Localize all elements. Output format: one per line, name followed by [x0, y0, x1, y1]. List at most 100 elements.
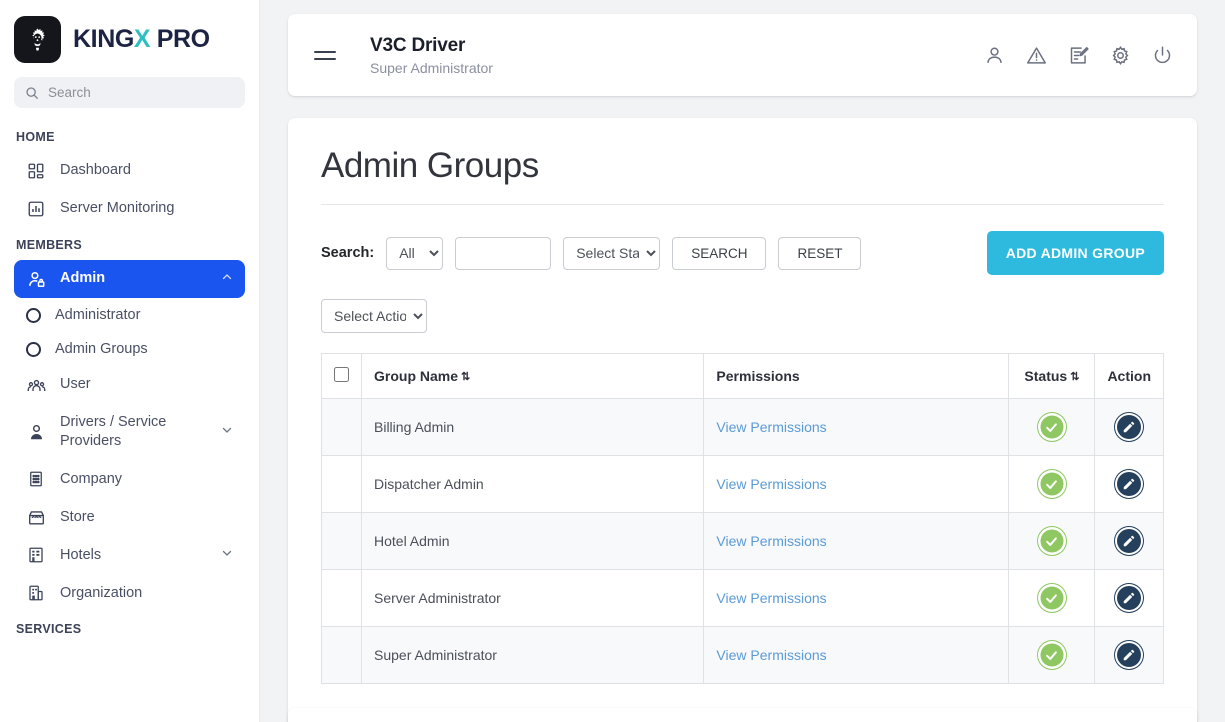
table-header-row: Group Name ⇅ Permissions Status ⇅ Action	[321, 353, 1164, 399]
view-permissions-link[interactable]: View Permissions	[716, 647, 826, 663]
sidebar-item-label: Administrator	[55, 307, 141, 323]
sidebar-item-hotels[interactable]: Hotels	[14, 536, 245, 574]
hamburger-menu-icon[interactable]	[310, 47, 340, 64]
cell-action	[1094, 569, 1164, 627]
sidebar-item-label: Company	[60, 470, 123, 487]
user-lock-icon	[26, 270, 46, 289]
row-checkbox-cell	[321, 626, 362, 684]
brand-name-suffix: PRO	[150, 25, 210, 53]
edit-pencil-icon[interactable]	[1115, 470, 1144, 498]
status-active-check-icon[interactable]	[1037, 470, 1066, 498]
chevron-down-icon	[221, 424, 233, 440]
admin-groups-table: Group Name ⇅ Permissions Status ⇅ Action B…	[321, 353, 1164, 684]
sidebar-item-administrator[interactable]: Administrator	[14, 298, 245, 332]
cell-permissions: View Permissions	[703, 455, 1010, 513]
column-status[interactable]: Status ⇅	[1008, 353, 1096, 399]
cell-status	[1008, 626, 1096, 684]
sidebar-section-members: MEMBERS	[16, 238, 82, 252]
status-filter-select[interactable]: Select Status	[563, 236, 661, 270]
lion-head-icon	[14, 16, 61, 63]
status-active-check-icon[interactable]	[1037, 413, 1066, 441]
view-permissions-link[interactable]: View Permissions	[716, 590, 826, 606]
settings-gear-icon[interactable]	[1110, 45, 1131, 66]
bar-chart-icon	[26, 200, 46, 218]
edit-pencil-icon[interactable]	[1115, 413, 1144, 441]
filter-toolbar: Search: All Select Status SEARCH RESET A…	[321, 231, 1164, 275]
table-row: Server Administrator View Permissions	[321, 569, 1164, 627]
sidebar-item-drivers-service-providers[interactable]: Drivers / Service Providers	[14, 404, 245, 460]
reset-button[interactable]: RESET	[778, 236, 862, 270]
radio-circle-icon	[26, 307, 41, 323]
search-label: Search:	[321, 245, 375, 261]
sidebar-section-home: HOME	[16, 130, 55, 144]
cell-status	[1008, 455, 1096, 513]
column-group-name[interactable]: Group Name ⇅	[360, 353, 705, 399]
brand-logo[interactable]: KINGX PRO	[0, 0, 259, 73]
sidebar-item-label: Store	[60, 508, 95, 525]
cell-group-name: Dispatcher Admin	[360, 455, 705, 513]
sidebar-item-label: Drivers / Service Providers	[60, 414, 167, 450]
dashboard-grid-icon	[26, 162, 46, 180]
topbar-icons	[984, 45, 1173, 66]
sidebar-item-organization[interactable]: Organization	[14, 574, 245, 612]
chevron-down-icon	[221, 547, 233, 563]
row-checkbox-cell	[321, 512, 362, 570]
topbar-subtitle: Super Administrator	[370, 59, 493, 76]
store-icon	[26, 508, 46, 527]
search-box[interactable]	[14, 77, 245, 108]
sidebar-item-company[interactable]: Company	[14, 460, 245, 498]
view-permissions-link[interactable]: View Permissions	[716, 533, 826, 549]
edit-pencil-icon[interactable]	[1115, 641, 1144, 669]
app-root: KINGX PRO HOME Dashboard	[0, 0, 1225, 722]
select-all-checkbox[interactable]	[334, 367, 349, 382]
hotel-icon	[26, 546, 46, 564]
sidebar-item-server-monitoring[interactable]: Server Monitoring	[14, 190, 245, 228]
bulk-action-select[interactable]: Select Action	[321, 299, 427, 333]
edit-pencil-icon[interactable]	[1115, 584, 1144, 612]
column-label: Group Name	[374, 368, 459, 384]
add-admin-group-button[interactable]: ADD ADMIN GROUP	[986, 231, 1164, 275]
sidebar-item-admin-groups[interactable]: Admin Groups	[14, 332, 245, 366]
edit-pencil-icon[interactable]	[1115, 527, 1144, 555]
sidebar-item-label: Hotels	[60, 546, 102, 563]
page-title: Admin Groups	[321, 146, 1164, 205]
table-body: Billing Admin View Permissions Dispatche…	[321, 398, 1164, 684]
status-active-check-icon[interactable]	[1037, 584, 1066, 612]
search-term-input[interactable]	[455, 236, 552, 270]
sidebar-item-label: Admin Groups	[55, 341, 148, 357]
search-input[interactable]	[48, 85, 234, 100]
cell-permissions: View Permissions	[703, 569, 1010, 627]
sidebar-item-label: User	[60, 376, 91, 393]
cell-action	[1094, 512, 1164, 570]
radio-circle-icon	[26, 341, 41, 357]
sort-arrows-icon: ⇅	[461, 371, 471, 383]
warning-triangle-icon[interactable]	[1026, 45, 1047, 66]
profile-user-icon[interactable]	[984, 45, 1005, 66]
power-icon[interactable]	[1152, 45, 1173, 66]
table-row: Dispatcher Admin View Permissions	[321, 455, 1164, 513]
column-label: Action	[1107, 368, 1151, 384]
sidebar-item-admin[interactable]: Admin	[14, 260, 245, 298]
building-icon	[26, 470, 46, 488]
column-permissions: Permissions	[703, 353, 1010, 399]
sidebar-item-dashboard[interactable]: Dashboard	[14, 152, 245, 190]
cell-action	[1094, 455, 1164, 513]
topbar-title: V3C Driver	[370, 34, 466, 56]
edit-document-icon[interactable]	[1068, 45, 1089, 66]
view-permissions-link[interactable]: View Permissions	[716, 476, 826, 492]
organization-icon	[26, 584, 46, 602]
search-button[interactable]: SEARCH	[672, 236, 767, 270]
cell-group-name: Hotel Admin	[360, 512, 705, 570]
search-scope-select[interactable]: All	[386, 236, 444, 270]
status-active-check-icon[interactable]	[1037, 641, 1066, 669]
row-checkbox-cell	[321, 398, 362, 456]
view-permissions-link[interactable]: View Permissions	[716, 419, 826, 435]
sidebar-item-user[interactable]: User	[14, 366, 245, 404]
sort-arrows-icon: ⇅	[1070, 371, 1080, 383]
brand-name-x: X	[133, 25, 151, 53]
cell-group-name: Billing Admin	[360, 398, 705, 456]
row-checkbox-cell	[321, 569, 362, 627]
status-active-check-icon[interactable]	[1037, 527, 1066, 555]
sidebar-item-store[interactable]: Store	[14, 498, 245, 536]
column-label: Status	[1024, 368, 1068, 384]
